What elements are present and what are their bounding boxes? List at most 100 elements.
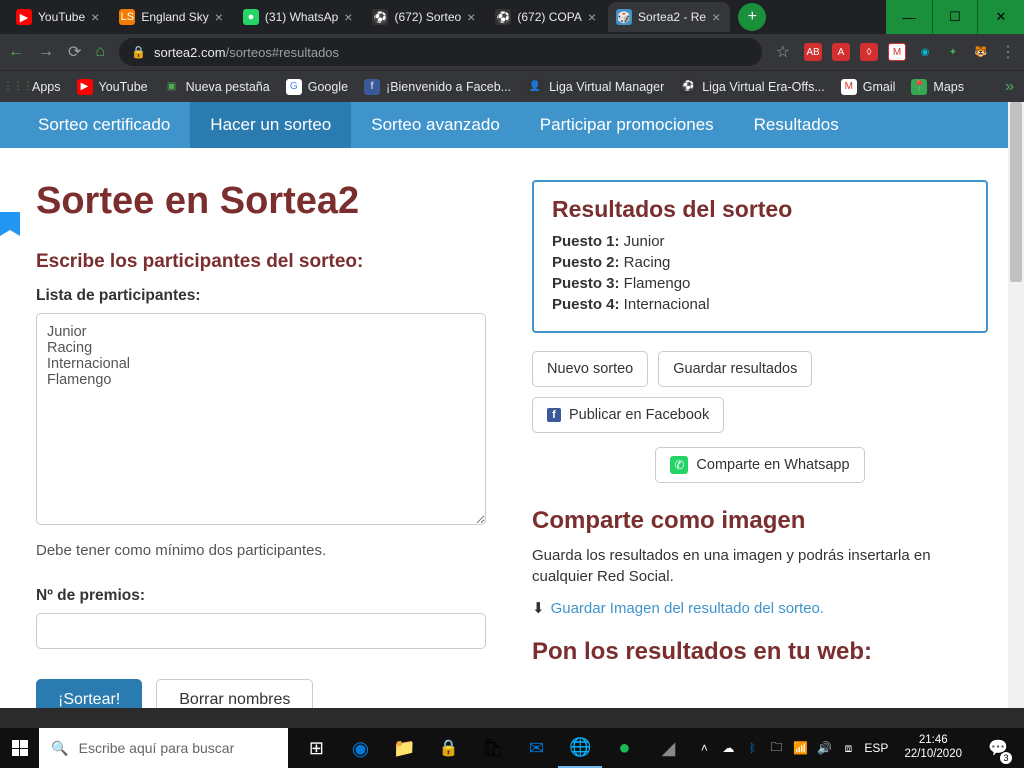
lock-icon: 🔒 xyxy=(131,45,146,59)
browser-tab[interactable]: ⚽(672) COPA× xyxy=(487,2,606,32)
tray-chevron-icon[interactable]: ˄ xyxy=(696,740,712,756)
tab-close-icon[interactable]: × xyxy=(91,9,99,25)
save-image-link[interactable]: ⬇Guardar Imagen del resultado del sorteo… xyxy=(532,599,824,617)
mcafee-extension-icon[interactable]: M xyxy=(888,43,906,61)
page-title: Sortee en Sortea2 xyxy=(36,180,486,223)
bookmark-item[interactable]: ⋮⋮⋮Apps xyxy=(10,79,61,95)
notifications-icon[interactable]: 💬 3 xyxy=(978,728,1018,768)
task-view-icon[interactable]: ⊞ xyxy=(294,728,338,768)
site-nav-item[interactable]: Hacer un sorteo xyxy=(190,102,351,148)
pocket-extension-icon[interactable]: ◊ xyxy=(860,43,878,61)
whatsapp-icon: ✆ xyxy=(670,456,688,474)
windows-taskbar: 🔍 Escribe aquí para buscar ⊞ ◉ 📁 🔒 🛍 ✉ 🌐… xyxy=(0,728,1024,768)
edge-taskbar-icon[interactable]: ◉ xyxy=(338,728,382,768)
site-nav-item[interactable]: Participar promociones xyxy=(520,102,734,148)
comparte-whatsapp-button[interactable]: ✆Comparte en Whatsapp xyxy=(655,447,864,483)
window-close-button[interactable]: ✕ xyxy=(978,0,1024,34)
publicar-facebook-button[interactable]: fPublicar en Facebook xyxy=(532,397,724,433)
tab-close-icon[interactable]: × xyxy=(467,9,475,25)
browser-tab[interactable]: ▶YouTube× xyxy=(8,2,109,32)
bluetooth-tray-icon[interactable]: ᛒ xyxy=(744,740,760,756)
lock-taskbar-icon[interactable]: 🔒 xyxy=(426,728,470,768)
share-heading: Comparte como imagen xyxy=(532,507,988,535)
bookmark-item[interactable]: GGoogle xyxy=(286,79,348,95)
bookmark-item[interactable]: f¡Bienvenido a Faceb... xyxy=(364,79,511,95)
site-nav-item[interactable]: Resultados xyxy=(734,102,859,148)
onedrive-tray-icon[interactable]: ☁ xyxy=(720,740,736,756)
bookmarks-overflow-icon[interactable]: » xyxy=(1005,78,1014,96)
results-title: Resultados del sorteo xyxy=(552,196,968,223)
battery-tray-icon[interactable]: 🗀 xyxy=(768,740,784,756)
taskbar-search[interactable]: 🔍 Escribe aquí para buscar xyxy=(39,728,288,768)
bookmark-item[interactable]: ▶YouTube xyxy=(77,79,148,95)
result-line: Puesto 1: Junior xyxy=(552,233,968,250)
page-scrollbar[interactable] xyxy=(1008,102,1024,708)
share-paragraph: Guarda los resultados en una imagen y po… xyxy=(532,545,988,587)
site-nav-item[interactable]: Sorteo certificado xyxy=(18,102,190,148)
address-bar: ← → ⟳ ⌂ 🔒 sortea2.com/sorteos#resultados… xyxy=(0,34,1024,70)
site-nav-item[interactable]: Sorteo avanzado xyxy=(351,102,520,148)
borrar-button[interactable]: Borrar nombres xyxy=(156,679,313,708)
tab-close-icon[interactable]: × xyxy=(588,9,596,25)
mail-taskbar-icon[interactable]: ✉ xyxy=(514,728,558,768)
browser-tab[interactable]: LSEngland Sky× xyxy=(111,2,233,32)
wifi-tray-icon[interactable]: 📶 xyxy=(792,740,808,756)
browser-tab[interactable]: ⚽(672) Sorteo× xyxy=(364,2,485,32)
volume-tray-icon[interactable]: 🔊 xyxy=(816,740,832,756)
list-label: Lista de participantes: xyxy=(36,287,486,305)
browser-tab[interactable]: 🎲Sortea2 - Re× xyxy=(608,2,730,32)
start-button[interactable] xyxy=(0,728,39,768)
url-input[interactable]: 🔒 sortea2.com/sorteos#resultados xyxy=(119,38,762,66)
results-box: Resultados del sorteo Puesto 1: Junior Pu… xyxy=(532,180,988,333)
system-tray: ˄ ☁ ᛒ 🗀 📶 🔊 ⧈ ESP 21:46 22/10/2020 💬 3 xyxy=(690,728,1024,768)
guardar-resultados-button[interactable]: Guardar resultados xyxy=(658,351,812,387)
participants-textarea[interactable] xyxy=(36,313,486,525)
search-icon: 🔍 xyxy=(51,740,68,757)
tab-close-icon[interactable]: × xyxy=(712,9,720,25)
result-line: Puesto 2: Racing xyxy=(552,254,968,271)
result-line: Puesto 4: Internacional xyxy=(552,296,968,313)
spotify-taskbar-icon[interactable]: ● xyxy=(602,728,646,768)
download-icon: ⬇ xyxy=(532,599,545,617)
bookmark-item[interactable]: 👤Liga Virtual Manager xyxy=(527,79,664,95)
bookmark-item[interactable]: MGmail xyxy=(841,79,896,95)
explorer-taskbar-icon[interactable]: 📁 xyxy=(382,728,426,768)
home-icon[interactable]: ⌂ xyxy=(95,43,105,61)
window-minimize-button[interactable]: — xyxy=(886,0,932,34)
url-path: /sorteos#resultados xyxy=(226,45,339,60)
browser-tab[interactable]: ●(31) WhatsAp× xyxy=(235,2,363,32)
store-taskbar-icon[interactable]: 🛍 xyxy=(470,728,514,768)
browser-tab-strip: ▶YouTube×LSEngland Sky×●(31) WhatsAp×⚽(6… xyxy=(0,0,1024,34)
back-icon[interactable]: ← xyxy=(8,43,24,61)
prizes-input[interactable] xyxy=(36,613,486,649)
bookmark-item[interactable]: ⚽Liga Virtual Era-Offs... xyxy=(680,79,825,95)
taskbar-clock[interactable]: 21:46 22/10/2020 xyxy=(896,734,970,762)
sortear-button[interactable]: ¡Sortear! xyxy=(36,679,142,708)
reload-icon[interactable]: ⟳ xyxy=(68,42,81,62)
language-indicator[interactable]: ESP xyxy=(864,741,888,755)
forward-icon[interactable]: → xyxy=(38,43,54,61)
result-line: Puesto 3: Flamengo xyxy=(552,275,968,292)
app-taskbar-icon[interactable]: ◢ xyxy=(646,728,690,768)
circle-extension-icon[interactable]: ◉ xyxy=(916,43,934,61)
web-heading: Pon los resultados en tu web: xyxy=(532,638,988,666)
extensions-icon[interactable]: ✦ xyxy=(944,43,962,61)
window-controls: — ☐ ✕ xyxy=(886,0,1024,34)
window-maximize-button[interactable]: ☐ xyxy=(932,0,978,34)
profile-avatar-icon[interactable]: 🐯 xyxy=(972,43,990,61)
bookmark-item[interactable]: 📍Maps xyxy=(911,79,964,95)
dropbox-tray-icon[interactable]: ⧈ xyxy=(840,740,856,756)
menu-icon[interactable]: ⋮ xyxy=(1000,42,1016,62)
new-tab-button[interactable]: + xyxy=(738,3,766,31)
adblock-extension-icon[interactable]: A xyxy=(832,43,850,61)
site-nav: Sorteo certificadoHacer un sorteoSorteo … xyxy=(0,102,1024,148)
nuevo-sorteo-button[interactable]: Nuevo sorteo xyxy=(532,351,648,387)
tab-close-icon[interactable]: × xyxy=(215,9,223,25)
tab-close-icon[interactable]: × xyxy=(344,9,352,25)
bookmarks-bar: ⋮⋮⋮Apps ▶YouTube ▣Nueva pestaña GGoogle f¡Bi… xyxy=(0,70,1024,102)
chrome-taskbar-icon[interactable]: 🌐 xyxy=(558,728,602,768)
bookmark-item[interactable]: ▣Nueva pestaña xyxy=(164,79,270,95)
star-icon[interactable]: ☆ xyxy=(776,42,790,62)
abp-extension-icon[interactable]: AB xyxy=(804,43,822,61)
search-placeholder: Escribe aquí para buscar xyxy=(79,740,235,756)
